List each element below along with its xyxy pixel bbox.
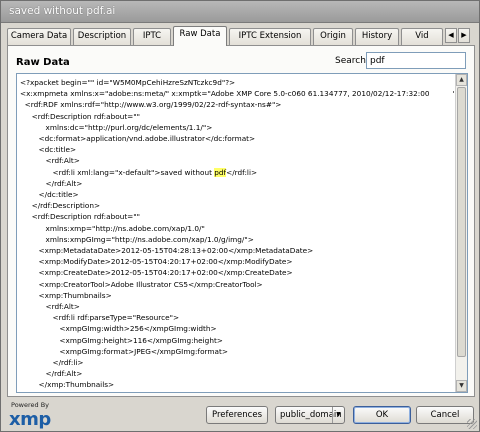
raw-line: <xmp:MetadataDate>2012-05-15T04:28:13+02… bbox=[20, 246, 314, 256]
tab-scroll-left-icon[interactable]: ◀ bbox=[445, 28, 457, 43]
tab-video[interactable]: Vid bbox=[401, 28, 443, 45]
tab-camera-data[interactable]: Camera Data bbox=[7, 28, 71, 45]
tab-history[interactable]: History bbox=[355, 28, 399, 45]
tab-iptc-extension[interactable]: IPTC Extension bbox=[229, 28, 311, 45]
raw-line: <xmp:Thumbnails> bbox=[20, 290, 112, 300]
raw-line: <xmp:CreatorTool>Adobe Illustrator CS5</… bbox=[20, 279, 263, 289]
preferences-button[interactable]: Preferences bbox=[206, 406, 268, 424]
tab-iptc[interactable]: IPTC bbox=[133, 28, 171, 45]
raw-line: </xmp:Thumbnails> bbox=[20, 380, 115, 389]
raw-line-tail: </rdf:li> bbox=[226, 167, 258, 177]
resize-grip-icon[interactable] bbox=[467, 419, 477, 429]
raw-line: xmlns:xmp="http://ns.adobe.com/xap/1.0/" bbox=[20, 223, 205, 233]
raw-line: </dc:title> bbox=[20, 190, 79, 200]
raw-line: <xmpGImg:width>256</xmpGImg:width> bbox=[20, 324, 217, 334]
raw-line: <dc:title> bbox=[20, 145, 77, 155]
raw-line: <rdf:Description rdf:about="" bbox=[20, 212, 141, 222]
raw-line: xmlns:dc="http://purl.org/dc/elements/1.… bbox=[20, 122, 213, 132]
raw-line: <rdf:RDF xmlns:rdf="http://www.w3.org/19… bbox=[20, 100, 282, 110]
scroll-up-icon[interactable]: ▲ bbox=[456, 74, 467, 86]
tab-scroll-right-icon[interactable]: ▶ bbox=[458, 28, 470, 43]
raw-line: <rdf:li rdf:parseType="Resource"> bbox=[20, 313, 180, 323]
raw-line: </rdf:Description> bbox=[20, 201, 101, 211]
ok-button[interactable]: OK bbox=[353, 406, 411, 424]
search-input[interactable] bbox=[366, 52, 466, 69]
tab-raw-data[interactable]: Raw Data bbox=[173, 26, 227, 46]
search-label: Search: bbox=[335, 56, 369, 66]
raw-line: <rdf:li xml:lang="x-default">saved witho… bbox=[20, 167, 258, 177]
search-match-highlight: pdf bbox=[214, 167, 227, 177]
raw-line: <rdf:Alt> bbox=[20, 302, 80, 312]
raw-line: <dc:format>application/vnd.adobe.illustr… bbox=[20, 134, 256, 144]
raw-line: xmlns:xmpGImg="http://ns.adobe.com/xap/1… bbox=[20, 234, 254, 244]
chevron-down-icon: ▼ bbox=[332, 407, 344, 423]
raw-line: </rdf:Alt> bbox=[20, 178, 83, 188]
file-info-dialog: saved without pdf.ai Camera Data Descrip… bbox=[0, 0, 480, 432]
vertical-scrollbar[interactable]: ▲ ▼ bbox=[455, 74, 467, 392]
raw-data-panel: Raw Data Search: <?xpacket begin="" id="… bbox=[7, 45, 475, 397]
cancel-button[interactable]: Cancel bbox=[416, 406, 474, 424]
raw-line: <rdf:Description rdf:about="" bbox=[20, 111, 141, 121]
raw-line: <xmpGImg:format>JPEG</xmpGImg:format> bbox=[20, 346, 228, 356]
tab-origin[interactable]: Origin bbox=[313, 28, 353, 45]
raw-line: <xmpGImg:height>116</xmpGImg:height> bbox=[20, 335, 223, 345]
raw-xml-view[interactable]: <?xpacket begin="" id="W5M0MpCehiHzreSzN… bbox=[16, 73, 468, 393]
raw-line: </rdf:Alt> bbox=[20, 369, 83, 379]
title-bar[interactable]: saved without pdf.ai bbox=[1, 1, 479, 23]
raw-line: <x:xmpmeta xmlns:x="adobe:ns:meta/" x:xm… bbox=[20, 89, 454, 99]
scroll-down-icon[interactable]: ▼ bbox=[456, 380, 467, 392]
raw-line: <rdf:Alt> bbox=[20, 156, 80, 166]
tab-bar: Camera Data Description IPTC Raw Data IP… bbox=[7, 26, 475, 46]
powered-by-label: Powered By bbox=[11, 401, 50, 409]
raw-xml-text: <?xpacket begin="" id="W5M0MpCehiHzreSzN… bbox=[20, 77, 454, 389]
window-title: saved without pdf.ai bbox=[9, 5, 116, 17]
section-title: Raw Data bbox=[16, 57, 70, 68]
raw-line: <?xpacket begin="" id="W5M0MpCehiHzreSzN… bbox=[20, 78, 236, 87]
xmp-logo: xmp bbox=[9, 409, 51, 430]
raw-line: </rdf:li> bbox=[20, 358, 84, 368]
raw-line: <xmp:CreateDate>2012-05-15T04:20:17+02:0… bbox=[20, 268, 293, 278]
template-dropdown[interactable]: public_domain ▼ bbox=[275, 406, 345, 424]
dialog-footer: Powered By xmp Preferences public_domain… bbox=[1, 399, 479, 431]
tab-description[interactable]: Description bbox=[73, 28, 131, 45]
scroll-thumb[interactable] bbox=[457, 87, 466, 357]
raw-line: <xmp:ModifyDate>2012-05-15T04:20:17+02:0… bbox=[20, 257, 293, 267]
